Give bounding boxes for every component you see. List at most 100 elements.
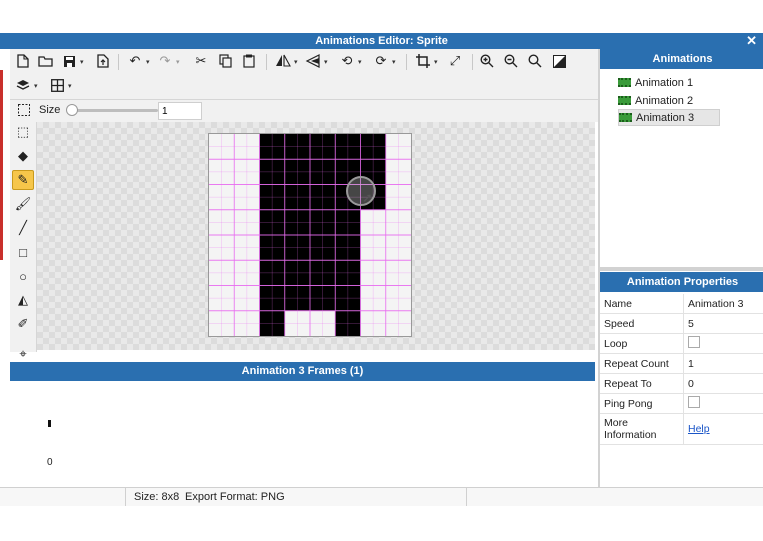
- property-row-repeat-to: Repeat To 0: [600, 373, 763, 394]
- status-bar: Size: 8x8 Export Format: PNG: [0, 487, 763, 506]
- resize-icon[interactable]: ⤢: [446, 52, 464, 70]
- status-divider: [466, 488, 467, 506]
- rotate-right-dropdown-icon[interactable]: ▾: [392, 58, 396, 66]
- crop-dropdown-icon[interactable]: ▾: [434, 58, 438, 66]
- rotate-left-icon[interactable]: ⟲: [338, 52, 356, 70]
- animation-item-label: Animation 2: [635, 94, 694, 107]
- size-slider-handle[interactable]: [66, 104, 78, 116]
- layers-icon[interactable]: [14, 76, 32, 94]
- close-icon[interactable]: ✕: [746, 33, 757, 49]
- background-color-icon[interactable]: [550, 52, 568, 70]
- toolbar-divider: [266, 54, 267, 70]
- layers-dropdown-icon[interactable]: ▾: [34, 82, 38, 90]
- property-row-speed: Speed 5: [600, 313, 763, 334]
- frame-thumbnail[interactable]: [48, 420, 51, 427]
- frame-number: 0: [47, 457, 53, 468]
- tool-palette: ⬚ ◆ ✎ 🖌 ╱ □ ○ ◭ ✐ ⌖: [10, 122, 37, 361]
- line-icon[interactable]: ╱: [12, 218, 34, 238]
- animation-item-label: Animation 3: [636, 111, 695, 124]
- undo-icon[interactable]: ↶: [126, 52, 144, 70]
- property-key: Ping Pong: [600, 393, 684, 414]
- eraser-icon[interactable]: ◆: [12, 146, 34, 166]
- ping-pong-checkbox[interactable]: [688, 396, 700, 408]
- property-value-speed[interactable]: 5: [683, 313, 763, 334]
- zoom-in-icon[interactable]: [478, 52, 496, 70]
- property-value-loop: [683, 333, 763, 354]
- zoom-out-icon[interactable]: [502, 52, 520, 70]
- sprite-pixel-grid[interactable]: [209, 134, 411, 336]
- zoom-fit-icon[interactable]: [526, 52, 544, 70]
- cut-icon[interactable]: ✂: [192, 52, 210, 70]
- rectangle-icon[interactable]: □: [12, 242, 34, 262]
- frames-panel-title: Animation 3 Frames (1): [241, 365, 364, 377]
- property-value-repeat-count[interactable]: 1: [683, 353, 763, 374]
- toolbar-divider: [118, 54, 119, 70]
- animation-item-2[interactable]: Animation 2: [618, 92, 720, 109]
- hotspot-icon[interactable]: ⌖: [12, 344, 34, 364]
- property-row-repeat-count: Repeat Count 1: [600, 353, 763, 374]
- property-key: Loop: [600, 333, 684, 354]
- sprite-canvas[interactable]: [208, 133, 412, 337]
- animations-panel-title: Animations: [652, 53, 713, 65]
- property-value-ping-pong: [683, 393, 763, 414]
- export-icon[interactable]: [94, 52, 112, 70]
- flip-dropdown-icon[interactable]: ▾: [294, 58, 298, 66]
- redo-icon[interactable]: ↷: [156, 52, 174, 70]
- property-row-loop: Loop: [600, 333, 763, 354]
- property-value-name[interactable]: Animation 3: [683, 294, 763, 314]
- properties-panel-title: Animation Properties: [626, 276, 739, 288]
- save-icon[interactable]: [60, 52, 78, 70]
- rotate-right-icon[interactable]: ⟳: [372, 52, 390, 70]
- grid-dropdown-icon[interactable]: ▾: [68, 82, 72, 90]
- fill-bucket-icon[interactable]: ◭: [12, 290, 34, 310]
- property-key: Repeat Count: [600, 353, 684, 374]
- crop-icon[interactable]: [414, 52, 432, 70]
- animation-item-1[interactable]: Animation 1: [618, 74, 720, 91]
- pencil-icon[interactable]: ✎: [12, 170, 34, 190]
- paste-icon[interactable]: [240, 52, 258, 70]
- copy-icon[interactable]: [216, 52, 234, 70]
- flip-vertical-icon[interactable]: [304, 52, 322, 70]
- open-folder-icon[interactable]: [36, 52, 54, 70]
- mouse-pointer-icon: ➚: [362, 190, 373, 205]
- film-strip-icon: [618, 78, 631, 87]
- property-row-name: Name Animation 3: [600, 294, 763, 314]
- save-dropdown-icon[interactable]: ▾: [80, 58, 84, 66]
- status-size: Size: 8x8: [134, 491, 180, 503]
- eyedropper-icon[interactable]: ✐: [12, 314, 34, 334]
- brush-icon[interactable]: 🖌: [12, 194, 34, 214]
- flip-vertical-dropdown-icon[interactable]: ▾: [324, 58, 328, 66]
- property-key: More Information: [600, 413, 684, 445]
- grid-icon[interactable]: [48, 76, 66, 94]
- property-value-repeat-to[interactable]: 0: [683, 373, 763, 394]
- size-input[interactable]: [158, 102, 202, 120]
- selection-icon[interactable]: ⬚: [12, 122, 34, 142]
- new-file-icon[interactable]: [14, 52, 32, 70]
- rotate-left-dropdown-icon[interactable]: ▾: [358, 58, 362, 66]
- animations-panel-header: Animations: [600, 49, 763, 69]
- toolbar-divider: [472, 54, 473, 70]
- marquee-select-icon[interactable]: [18, 104, 30, 119]
- property-row-more-information: More Information Help: [600, 413, 763, 445]
- window-edge-accent: [0, 70, 3, 260]
- redo-dropdown-icon[interactable]: ▾: [176, 58, 180, 66]
- animation-item-3[interactable]: Animation 3: [618, 109, 720, 126]
- properties-table: Name Animation 3 Speed 5 Loop Repeat Cou…: [600, 294, 763, 445]
- window-title: Animations Editor: Sprite: [315, 35, 448, 47]
- undo-dropdown-icon[interactable]: ▾: [146, 58, 150, 66]
- panel-splitter[interactable]: [600, 267, 763, 271]
- size-slider[interactable]: [66, 104, 158, 116]
- window-title-bar: Animations Editor: Sprite ✕: [0, 33, 763, 49]
- brush-size-bar: Size: [10, 100, 598, 122]
- property-key: Repeat To: [600, 373, 684, 394]
- flip-horizontal-icon[interactable]: [274, 52, 292, 70]
- film-strip-icon: [618, 96, 631, 105]
- property-key: Name: [600, 294, 684, 314]
- help-link[interactable]: Help: [688, 423, 710, 435]
- right-panel: Animations Animation 1 Animation 2 Anima…: [598, 49, 763, 487]
- ellipse-icon[interactable]: ○: [12, 266, 34, 286]
- property-value-more-information: Help: [683, 413, 763, 445]
- loop-checkbox[interactable]: [688, 336, 700, 348]
- animation-item-label: Animation 1: [635, 76, 694, 89]
- properties-panel-header: Animation Properties: [600, 272, 763, 292]
